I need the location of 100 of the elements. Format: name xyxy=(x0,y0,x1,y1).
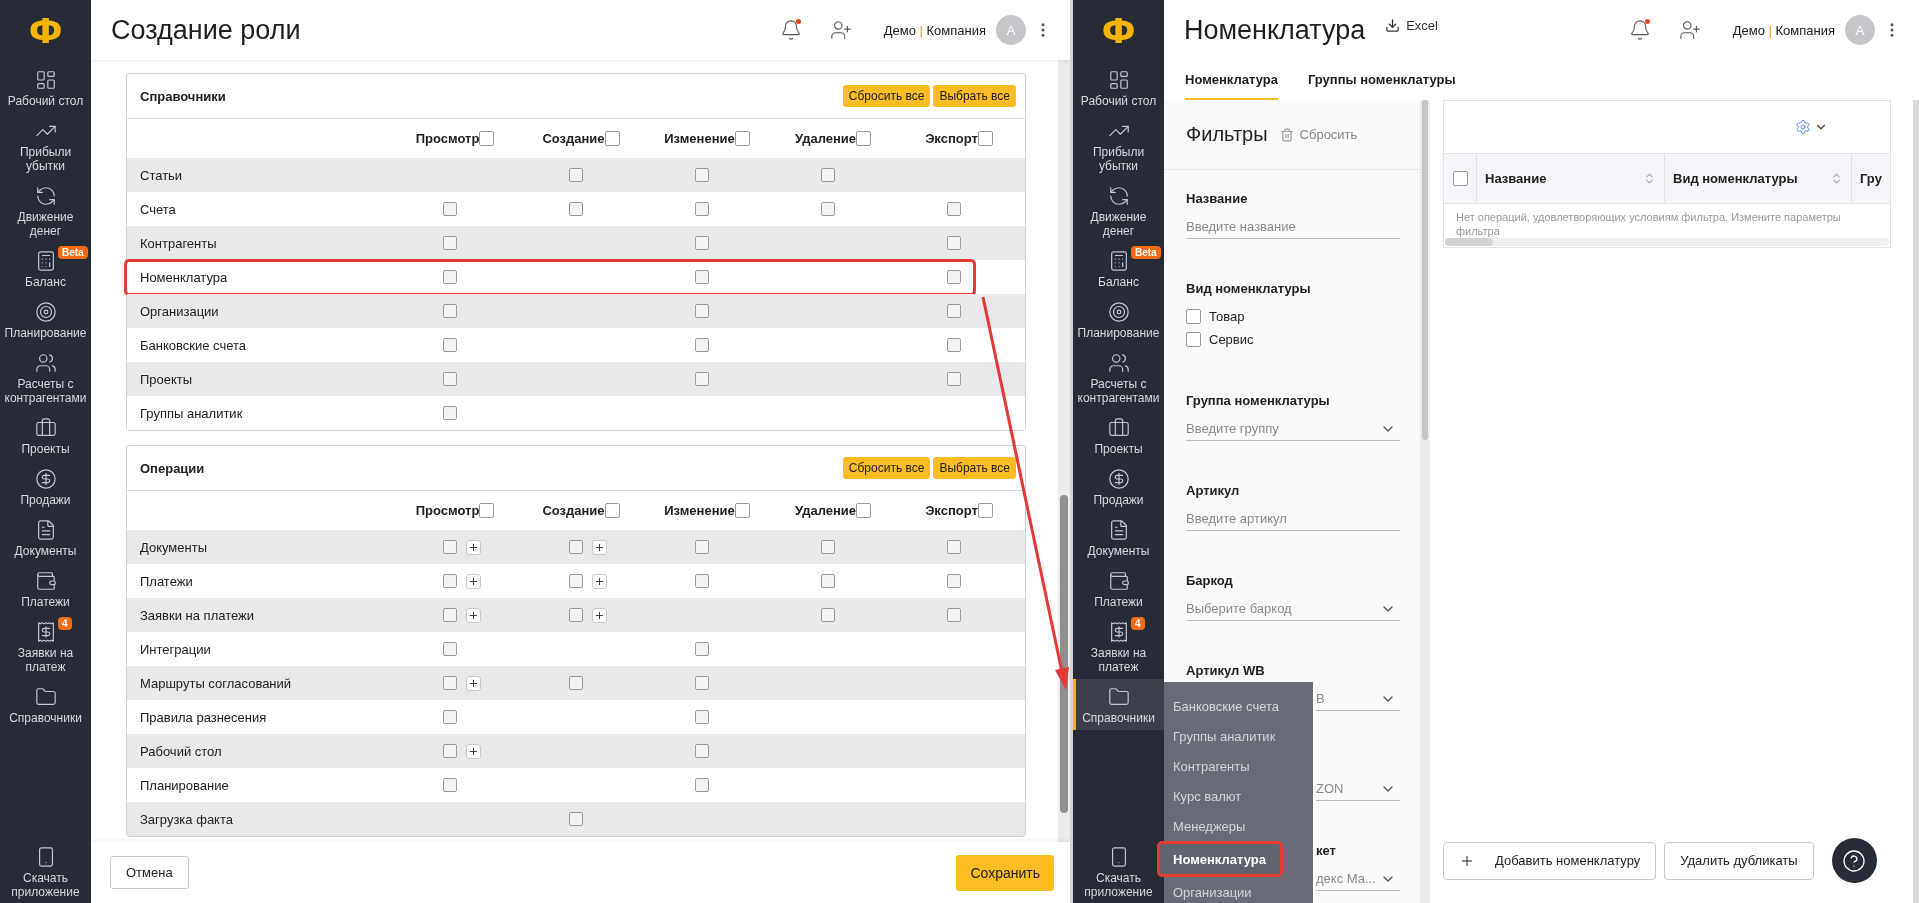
sidebar-item[interactable]: Планирование xyxy=(0,294,91,345)
sidebar-item[interactable]: 4 Заявки на платеж xyxy=(0,614,91,679)
checkbox[interactable] xyxy=(695,642,709,656)
checkbox[interactable] xyxy=(569,540,583,554)
menu-item[interactable]: Курс валют xyxy=(1164,781,1313,811)
checkbox[interactable] xyxy=(443,270,457,284)
expand-button[interactable] xyxy=(592,539,607,555)
checkbox[interactable] xyxy=(443,406,457,420)
checkbox[interactable] xyxy=(1186,309,1201,324)
checkbox[interactable] xyxy=(443,744,457,758)
checkbox[interactable] xyxy=(947,202,961,216)
column-header[interactable]: Название xyxy=(1476,154,1664,203)
save-button[interactable]: Сохранить xyxy=(956,854,1054,891)
sort-icon[interactable] xyxy=(1643,172,1656,185)
checkbox[interactable] xyxy=(734,503,750,518)
scrollbar[interactable] xyxy=(1445,238,1889,246)
logo[interactable]: Ф xyxy=(0,0,91,62)
checkbox[interactable] xyxy=(569,168,583,182)
checkbox[interactable] xyxy=(947,608,961,622)
column-header[interactable]: Гру xyxy=(1851,154,1890,203)
checkbox[interactable] xyxy=(569,202,583,216)
tab[interactable]: Группы номенклатуры xyxy=(1307,60,1456,100)
sidebar-item[interactable]: Рабочий стол xyxy=(0,62,91,113)
sidebar-item[interactable]: Документы xyxy=(1073,512,1164,563)
checkbox[interactable] xyxy=(479,503,495,518)
sidebar-item[interactable]: Планирование xyxy=(1073,294,1164,345)
help-button[interactable] xyxy=(1831,838,1877,883)
checkbox[interactable] xyxy=(443,710,457,724)
select-all-button[interactable]: Выбрать все xyxy=(933,457,1016,479)
checkbox[interactable] xyxy=(734,131,750,146)
sidebar-item[interactable]: 4 Заявки на платеж xyxy=(1073,614,1164,679)
checkbox[interactable] xyxy=(947,304,961,318)
add-user-icon[interactable] xyxy=(1678,19,1701,41)
checkbox[interactable] xyxy=(695,778,709,792)
sidebar-item[interactable]: Продажи xyxy=(1073,461,1164,512)
scrollbar[interactable] xyxy=(1058,60,1070,842)
checkbox[interactable] xyxy=(604,131,620,146)
checkbox[interactable] xyxy=(695,372,709,386)
select-all-button[interactable]: Выбрать все xyxy=(933,85,1016,107)
expand-button[interactable] xyxy=(466,573,481,589)
checkbox[interactable] xyxy=(695,236,709,250)
sidebar-item[interactable]: Beta Баланс xyxy=(1073,243,1164,294)
checkbox[interactable] xyxy=(443,236,457,250)
logo[interactable]: Ф xyxy=(1073,0,1164,62)
checkbox[interactable] xyxy=(604,503,620,518)
sidebar-item[interactable]: Расчеты с контрагентами xyxy=(0,345,91,410)
checkbox[interactable] xyxy=(443,304,457,318)
menu-item[interactable]: Контрагенты xyxy=(1164,751,1313,781)
checkbox[interactable] xyxy=(977,503,993,518)
checkbox[interactable] xyxy=(856,131,872,146)
sidebar-item[interactable]: Справочники xyxy=(0,679,91,730)
checkbox[interactable] xyxy=(569,812,583,826)
excel-export-link[interactable]: Excel xyxy=(1385,17,1438,33)
sidebar-item[interactable]: Рабочий стол xyxy=(1073,62,1164,113)
expand-button[interactable] xyxy=(466,675,481,691)
checkbox[interactable] xyxy=(443,338,457,352)
checkbox[interactable] xyxy=(821,168,835,182)
checkbox[interactable] xyxy=(856,503,872,518)
scrollbar[interactable] xyxy=(1420,100,1430,903)
remove-duplicates-button[interactable]: Удалить дубликаты xyxy=(1664,841,1814,880)
checkbox[interactable] xyxy=(695,540,709,554)
checkbox[interactable] xyxy=(569,574,583,588)
checkbox[interactable] xyxy=(1186,332,1201,347)
menu-item[interactable]: Группы аналитик xyxy=(1164,721,1313,751)
checkbox[interactable] xyxy=(947,372,961,386)
checkbox[interactable] xyxy=(695,676,709,690)
checkbox[interactable] xyxy=(443,202,457,216)
checkbox[interactable] xyxy=(947,270,961,284)
add-item-button[interactable]: Добавить номенклатуру xyxy=(1443,841,1657,880)
checkbox[interactable] xyxy=(569,608,583,622)
checkbox[interactable] xyxy=(695,202,709,216)
checkbox[interactable] xyxy=(443,778,457,792)
checkbox[interactable] xyxy=(947,338,961,352)
checkbox[interactable] xyxy=(977,131,993,146)
checkbox[interactable] xyxy=(821,608,835,622)
sidebar-item[interactable]: Прибыли убытки xyxy=(0,113,91,178)
sidebar-item[interactable]: Beta Баланс xyxy=(0,243,91,294)
sidebar-item[interactable]: Расчеты с контрагентами xyxy=(1073,345,1164,410)
checkbox[interactable] xyxy=(695,710,709,724)
checkbox[interactable] xyxy=(695,744,709,758)
sidebar-item[interactable]: Справочники xyxy=(1073,679,1164,730)
checkbox[interactable] xyxy=(443,676,457,690)
expand-button[interactable] xyxy=(466,607,481,623)
checkbox[interactable] xyxy=(569,676,583,690)
checkbox[interactable] xyxy=(947,574,961,588)
sidebar-item[interactable]: Проекты xyxy=(1073,410,1164,461)
column-header[interactable]: Вид номенклатуры xyxy=(1664,154,1851,203)
checkbox[interactable] xyxy=(1452,171,1468,186)
cancel-button[interactable]: Отмена xyxy=(110,856,189,889)
checkbox[interactable] xyxy=(947,236,961,250)
checkbox[interactable] xyxy=(821,540,835,554)
checkbox[interactable] xyxy=(821,574,835,588)
company-label[interactable]: Демо | Компания xyxy=(883,22,986,38)
checkbox[interactable] xyxy=(443,642,457,656)
company-label[interactable]: Демо | Компания xyxy=(1732,22,1835,38)
checkbox[interactable] xyxy=(443,372,457,386)
add-user-icon[interactable] xyxy=(829,19,852,41)
expand-button[interactable] xyxy=(592,607,607,623)
checkbox[interactable] xyxy=(695,304,709,318)
menu-item[interactable]: Банковские счета xyxy=(1164,691,1313,721)
